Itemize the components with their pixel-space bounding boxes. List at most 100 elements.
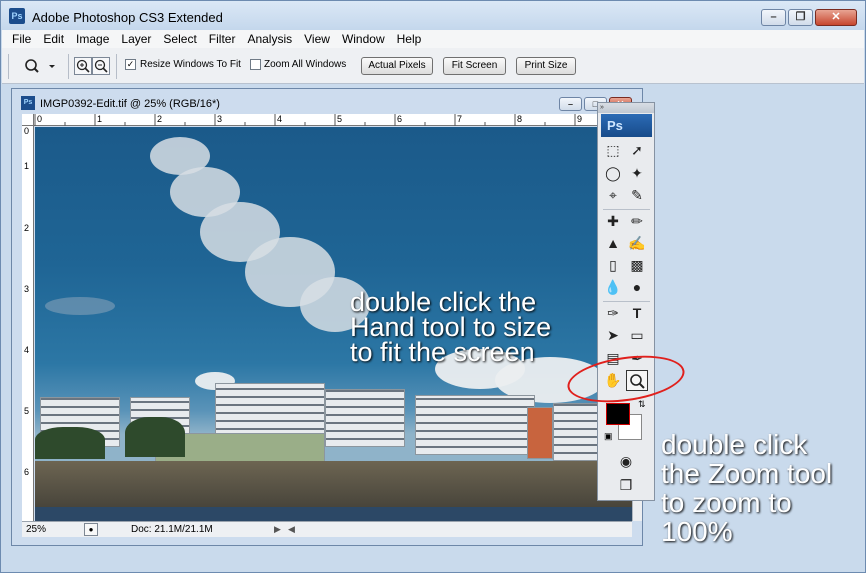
tool-preset-picker[interactable] bbox=[22, 57, 56, 75]
eraser-tool[interactable]: ▯ bbox=[602, 255, 624, 276]
history-brush-tool[interactable]: ✍ bbox=[626, 233, 648, 254]
marquee-icon: ⬚ bbox=[606, 142, 620, 158]
foreground-color-swatch-top[interactable] bbox=[606, 403, 630, 425]
lasso-tool[interactable]: ◯ bbox=[602, 163, 624, 184]
actual-pixels-button[interactable]: Actual Pixels bbox=[361, 57, 433, 75]
status-bar: 25% ● Doc: 21.1M/21.1M ▶ ◀ bbox=[22, 521, 632, 537]
default-colors-icon[interactable]: ▣ bbox=[604, 431, 613, 442]
document-size: Doc: 21.1M/21.1M bbox=[131, 524, 213, 535]
menu-window[interactable]: Window bbox=[337, 32, 392, 46]
quick-mask-button[interactable]: ◉ bbox=[615, 451, 637, 472]
print-size-button[interactable]: Print Size bbox=[516, 57, 576, 75]
building bbox=[325, 389, 405, 447]
toolbox-grip[interactable]: » bbox=[598, 103, 654, 113]
zoom-all-windows-checkbox[interactable] bbox=[250, 59, 261, 70]
blur-tool[interactable]: 💧 bbox=[602, 277, 624, 298]
crop-tool[interactable]: ⌖ bbox=[602, 185, 624, 206]
minimize-icon: – bbox=[567, 99, 573, 109]
scroll-left-icon[interactable]: ◀ bbox=[288, 524, 295, 535]
ruler-tick-label: 2 bbox=[24, 223, 30, 233]
close-icon: ✕ bbox=[831, 11, 841, 23]
screen-mode-button[interactable]: ❐ bbox=[615, 475, 637, 496]
horizontal-ruler[interactable]: 0 1 2 3 4 5 6 7 8 9 bbox=[34, 114, 632, 126]
maximize-button[interactable]: ❐ bbox=[788, 9, 813, 26]
trees bbox=[125, 417, 185, 457]
bandage-icon: ✚ bbox=[607, 213, 619, 229]
photoshop-app-icon: Ps bbox=[9, 8, 25, 24]
zoom-in-button[interactable] bbox=[74, 57, 92, 75]
zoom-out-icon bbox=[94, 59, 108, 73]
menu-layer[interactable]: Layer bbox=[116, 32, 158, 46]
zoom-in-icon bbox=[76, 59, 90, 73]
menu-view[interactable]: View bbox=[299, 32, 337, 46]
crop-icon: ⌖ bbox=[609, 187, 617, 203]
menu-image[interactable]: Image bbox=[71, 32, 116, 46]
annotation-line: to zoom to bbox=[661, 487, 792, 518]
title-bar: Ps Adobe Photoshop CS3 Extended – ❐ ✕ bbox=[1, 1, 865, 30]
menu-help[interactable]: Help bbox=[392, 32, 429, 46]
close-button[interactable]: ✕ bbox=[815, 9, 857, 26]
annotation-line: 100% bbox=[661, 516, 733, 547]
healing-brush-tool[interactable]: ✚ bbox=[602, 211, 624, 232]
zoom-tool-annotation: double click the Zoom tool to zoom to 10… bbox=[661, 430, 832, 546]
type-tool[interactable]: T bbox=[626, 303, 648, 324]
dodge-icon: ● bbox=[632, 279, 642, 295]
path-selection-tool[interactable]: ➤ bbox=[602, 325, 624, 346]
toolbox-divider bbox=[603, 209, 650, 210]
window-controls: – ❐ ✕ bbox=[761, 9, 857, 26]
annotation-line: double click bbox=[661, 429, 808, 460]
toolbox-divider bbox=[603, 301, 650, 302]
clone-stamp-tool[interactable]: ▲ bbox=[602, 233, 624, 254]
menu-filter[interactable]: Filter bbox=[204, 32, 243, 46]
quick-mask-icon: ◉ bbox=[619, 453, 633, 469]
photoshop-window: Ps Adobe Photoshop CS3 Extended – ❐ ✕ Fi… bbox=[0, 0, 866, 573]
zoom-level[interactable]: 25% bbox=[26, 524, 46, 535]
status-menu-arrow-icon[interactable]: ▶ bbox=[274, 524, 281, 535]
zoom-out-button[interactable] bbox=[92, 57, 110, 75]
move-tool[interactable]: ➚ bbox=[626, 140, 648, 161]
move-icon: ➚ bbox=[631, 142, 643, 158]
options-bar: ✓ Resize Windows To Fit Zoom All Windows… bbox=[2, 48, 864, 84]
pen-tool[interactable]: ✑ bbox=[602, 303, 624, 324]
marquee-tool[interactable]: ⬚ bbox=[602, 140, 624, 161]
dodge-tool[interactable]: ● bbox=[626, 277, 648, 298]
ruler-origin[interactable] bbox=[22, 114, 34, 126]
restore-icon: ❐ bbox=[795, 11, 806, 23]
stamp-icon: ▲ bbox=[606, 235, 620, 251]
document-title: IMGP0392-Edit.tif @ 25% (RGB/16*) bbox=[40, 98, 220, 110]
annotation-line: the Zoom tool bbox=[661, 458, 833, 489]
ruler-tick-label: 4 bbox=[24, 345, 30, 355]
minimize-button[interactable]: – bbox=[761, 9, 786, 26]
options-grip bbox=[8, 54, 9, 79]
rectangle-icon: ▭ bbox=[630, 327, 644, 343]
brush-tool[interactable]: ✏ bbox=[626, 211, 648, 232]
gradient-tool[interactable]: ▩ bbox=[626, 255, 648, 276]
image-canvas[interactable]: double click the Hand tool to size to fi… bbox=[35, 127, 632, 521]
slice-tool[interactable]: ✎ bbox=[626, 185, 648, 206]
pen-icon: ✑ bbox=[607, 305, 619, 321]
document-icon: Ps bbox=[21, 96, 35, 110]
screen-mode-icon: ❐ bbox=[619, 477, 633, 493]
vertical-ruler[interactable]: 0 1 2 3 4 5 6 bbox=[22, 126, 34, 521]
menu-select[interactable]: Select bbox=[158, 32, 203, 46]
menu-file[interactable]: File bbox=[7, 32, 38, 46]
zoom-all-windows-label: Zoom All Windows bbox=[264, 59, 347, 70]
doc-minimize-button[interactable]: – bbox=[559, 97, 582, 111]
building bbox=[415, 395, 535, 455]
slice-icon: ✎ bbox=[631, 187, 643, 203]
status-info-icon[interactable]: ● bbox=[84, 523, 98, 536]
menu-analysis[interactable]: Analysis bbox=[242, 32, 299, 46]
arrow-icon: ➤ bbox=[607, 327, 619, 343]
menu-edit[interactable]: Edit bbox=[38, 32, 71, 46]
app-title: Adobe Photoshop CS3 Extended bbox=[32, 10, 223, 25]
type-icon: T bbox=[632, 305, 642, 321]
options-separator bbox=[116, 54, 117, 79]
swap-colors-icon[interactable]: ⇅ bbox=[638, 399, 646, 410]
resize-windows-checkbox[interactable]: ✓ bbox=[125, 59, 136, 70]
ruler-tick-label: 5 bbox=[24, 406, 30, 416]
magic-wand-tool[interactable]: ✦ bbox=[626, 163, 648, 184]
shape-tool[interactable]: ▭ bbox=[626, 325, 648, 346]
annotation-line: to fit the screen bbox=[350, 337, 535, 367]
fit-screen-button[interactable]: Fit Screen bbox=[443, 57, 506, 75]
lasso-icon: ◯ bbox=[605, 165, 621, 181]
